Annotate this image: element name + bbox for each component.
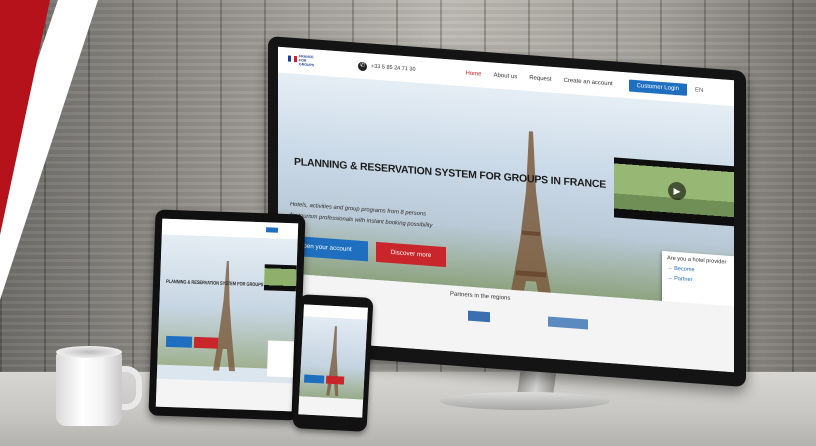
phone-open-account-button[interactable] xyxy=(303,374,325,384)
tablet-customer-login-button[interactable] xyxy=(265,227,279,233)
tablet-side-card xyxy=(266,340,295,378)
hero-section: PLANNING & RESERVATION SYSTEM FOR GROUPS… xyxy=(278,72,734,333)
tablet-discover-button[interactable] xyxy=(193,336,219,349)
coffee-mug xyxy=(56,352,122,426)
play-icon[interactable]: ▶ xyxy=(668,181,686,201)
logo-text: FRANCE FOR GROUPS xyxy=(299,54,315,68)
tablet-partners-section xyxy=(155,378,293,412)
phone-discover-button[interactable] xyxy=(325,375,345,385)
phone-icon: ✆ xyxy=(358,61,367,71)
partner-logo xyxy=(468,310,490,323)
tablet-video-thumbnail[interactable] xyxy=(263,264,297,292)
phone-number[interactable]: +33 5 85 24 71 30 xyxy=(371,64,416,73)
tablet-screen: PLANNING & RESERVATION SYSTEM FOR GROUPS… xyxy=(155,218,299,412)
customer-login-button[interactable]: Customer Login xyxy=(628,79,687,96)
french-flag-icon xyxy=(288,55,297,63)
smartphone-device xyxy=(292,294,374,432)
site-logo[interactable]: FRANCE FOR GROUPS xyxy=(288,52,314,69)
nav-about[interactable]: About us xyxy=(494,73,518,81)
phone-screen xyxy=(298,304,368,418)
tablet-open-account-button[interactable] xyxy=(165,335,193,348)
discover-more-button[interactable]: Discover more xyxy=(376,241,446,268)
partners-title: Partners in the regions xyxy=(450,291,511,302)
phone-partners-section xyxy=(298,396,364,418)
language-selector[interactable]: EN xyxy=(695,87,703,94)
nav-request[interactable]: Request xyxy=(529,75,551,83)
tablet-eiffel-tower-illustration xyxy=(213,260,236,372)
product-mockup-scene: FRANCE FOR GROUPS ✆ +33 5 85 24 71 30 Ho… xyxy=(0,0,816,446)
video-thumbnail[interactable]: ▶ xyxy=(614,157,734,227)
nav-home[interactable]: Home xyxy=(466,71,482,78)
mug-rim xyxy=(56,346,122,358)
side-card-link-partner[interactable]: → Partner xyxy=(667,275,729,286)
side-card-link-become[interactable]: → Become xyxy=(667,265,729,276)
monitor-stand-base xyxy=(440,392,610,410)
side-card-intro: Are you a hotel provider xyxy=(667,255,727,266)
nav-create-account[interactable]: Create an account xyxy=(564,78,613,88)
tablet-device: PLANNING & RESERVATION SYSTEM FOR GROUPS… xyxy=(148,209,306,421)
partner-logo xyxy=(548,316,588,330)
